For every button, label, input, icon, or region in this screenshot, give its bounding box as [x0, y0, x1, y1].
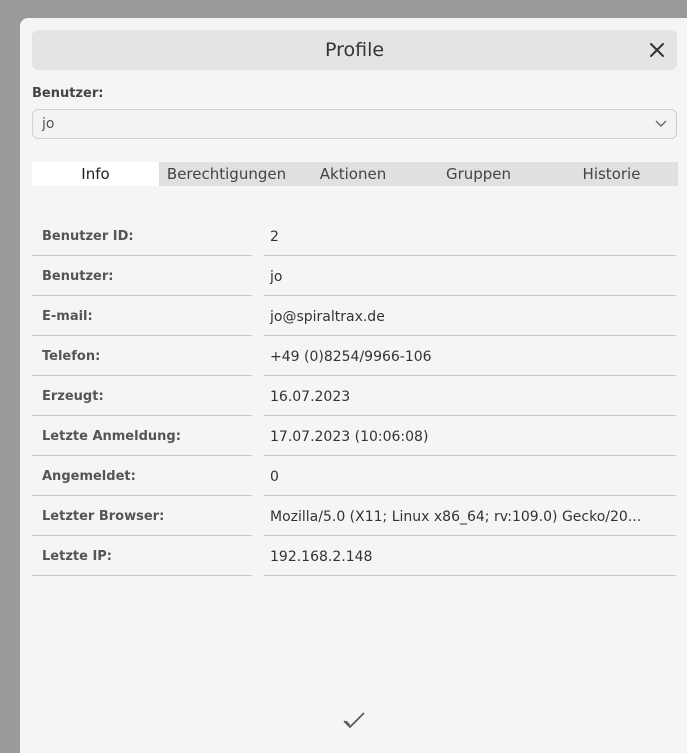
- row-label: Angemeldet:: [32, 458, 252, 496]
- row-value: 192.168.2.148: [264, 538, 676, 576]
- row-value: 17.07.2023 (10:06:08): [264, 418, 676, 456]
- checkmark-icon: [343, 712, 365, 728]
- row-value: 0: [264, 458, 676, 496]
- row-label: Telefon:: [32, 338, 252, 376]
- row-label: Letzte Anmeldung:: [32, 418, 252, 456]
- close-icon: [650, 43, 664, 57]
- user-select[interactable]: jo: [32, 109, 677, 139]
- row-label: Letzte IP:: [32, 538, 252, 576]
- row-label: Erzeugt:: [32, 378, 252, 416]
- info-row-logged-in: Angemeldet: 0: [32, 458, 676, 498]
- row-label: Benutzer ID:: [32, 218, 252, 256]
- dialog-titlebar: Profile: [32, 30, 677, 70]
- row-value: jo: [264, 258, 676, 296]
- info-row-last-browser: Letzter Browser: Mozilla/5.0 (X11; Linux…: [32, 498, 676, 538]
- tab-gruppen[interactable]: Gruppen: [412, 162, 545, 186]
- row-label: E-mail:: [32, 298, 252, 336]
- row-value: 16.07.2023: [264, 378, 676, 416]
- tab-berechtigungen[interactable]: Berechtigungen: [159, 162, 294, 186]
- info-row-created: Erzeugt: 16.07.2023: [32, 378, 676, 418]
- tab-historie[interactable]: Historie: [545, 162, 678, 186]
- info-row-last-ip: Letzte IP: 192.168.2.148: [32, 538, 676, 578]
- row-value: jo@spiraltrax.de: [264, 298, 676, 336]
- info-row-email: E-mail: jo@spiraltrax.de: [32, 298, 676, 338]
- close-button[interactable]: [643, 36, 671, 64]
- row-label: Benutzer:: [32, 258, 252, 296]
- info-row-phone: Telefon: +49 (0)8254/9966-106: [32, 338, 676, 378]
- tab-aktionen[interactable]: Aktionen: [294, 162, 412, 186]
- info-row-user: Benutzer: jo: [32, 258, 676, 298]
- confirm-button[interactable]: [338, 706, 370, 734]
- info-table: Benutzer ID: 2 Benutzer: jo E-mail: jo@s…: [32, 218, 676, 578]
- user-select-value: jo: [42, 116, 55, 132]
- row-value: Mozilla/5.0 (X11; Linux x86_64; rv:109.0…: [264, 498, 676, 536]
- info-row-user-id: Benutzer ID: 2: [32, 218, 676, 258]
- info-row-last-login: Letzte Anmeldung: 17.07.2023 (10:06:08): [32, 418, 676, 458]
- tab-bar: Info Berechtigungen Aktionen Gruppen His…: [32, 162, 678, 186]
- dialog-title: Profile: [324, 39, 385, 61]
- chevron-down-icon: [655, 120, 667, 127]
- row-value: 2: [264, 218, 676, 256]
- row-label: Letzter Browser:: [32, 498, 252, 536]
- row-value: +49 (0)8254/9966-106: [264, 338, 676, 376]
- tab-info[interactable]: Info: [32, 162, 159, 186]
- user-select-label: Benutzer:: [32, 86, 104, 101]
- profile-dialog: Profile Benutzer: jo Info Berechtigungen…: [20, 18, 687, 753]
